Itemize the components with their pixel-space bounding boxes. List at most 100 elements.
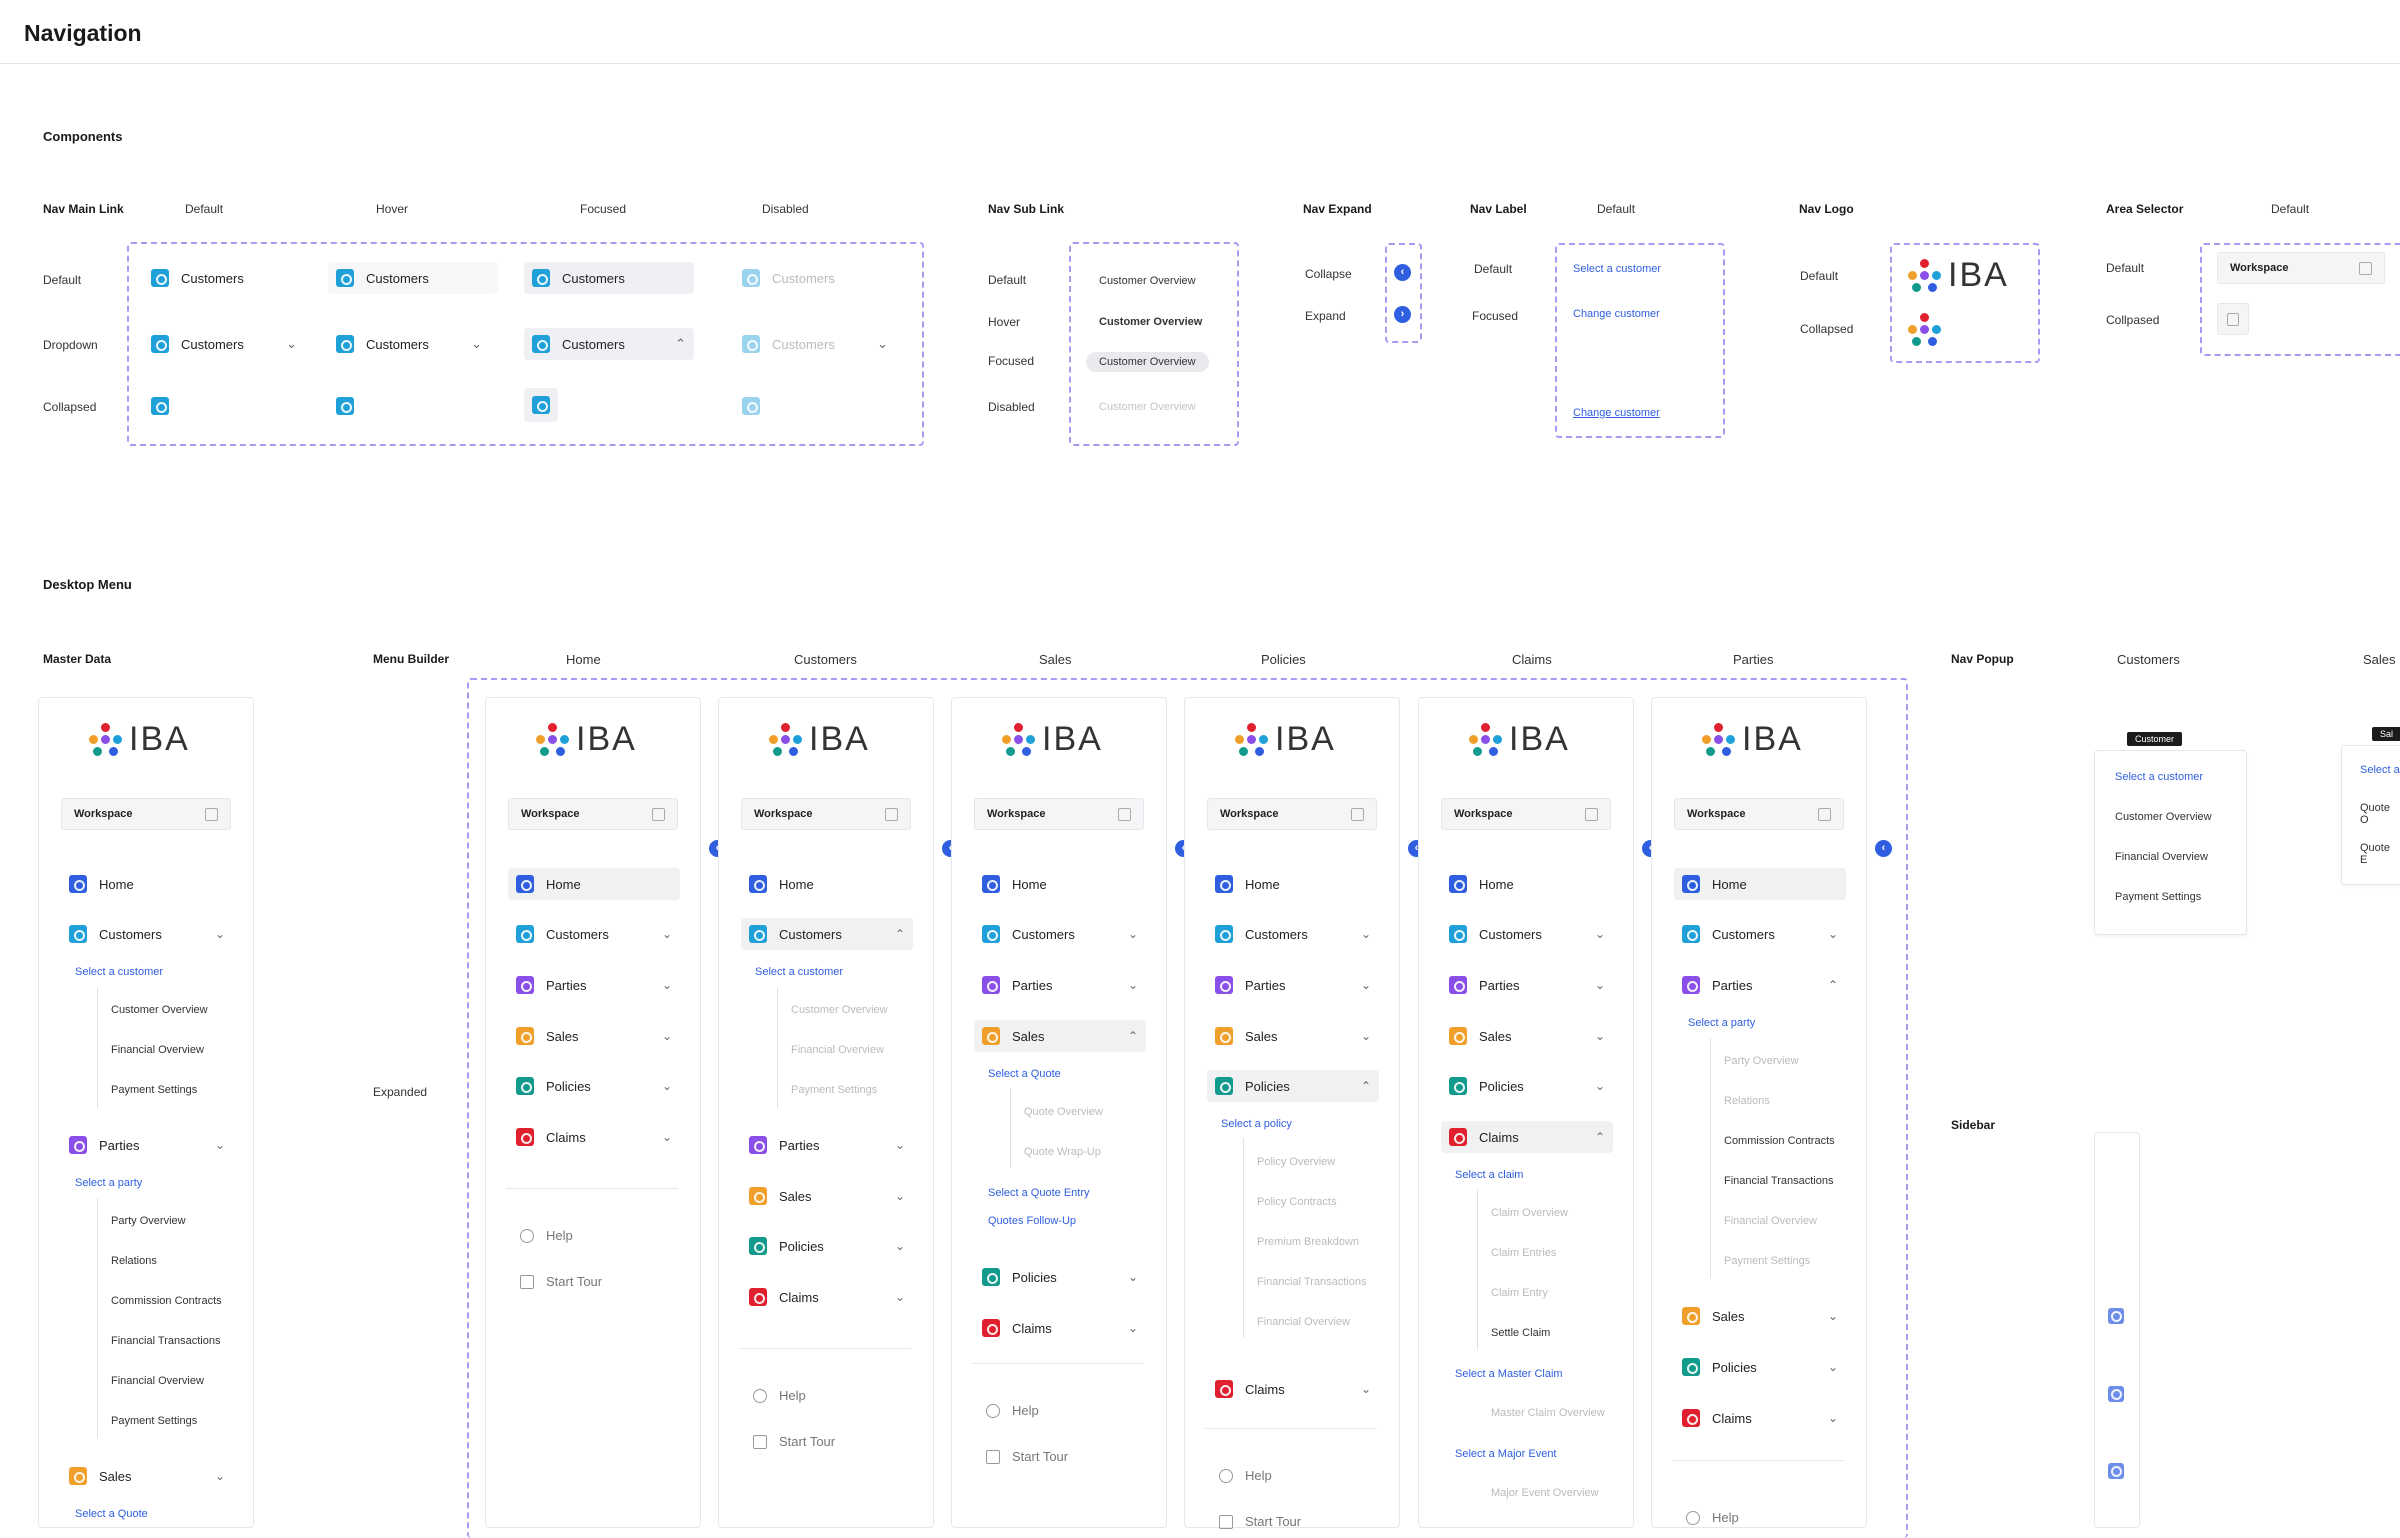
sub-select-link[interactable]: Select a Master Claim (1455, 1368, 1563, 1380)
expand-icon[interactable]: › (1394, 306, 1411, 323)
sub-item[interactable]: Financial Transactions (1257, 1276, 1366, 1288)
sub-select-link[interactable]: Select a party (75, 1177, 142, 1189)
sub-item[interactable]: Policy Overview (1257, 1156, 1335, 1168)
menu-item-claims[interactable]: Claims ⌄ (508, 1121, 680, 1153)
menu-item-parties[interactable]: Parties ⌄ (1207, 969, 1379, 1001)
menu-item-customers[interactable]: Customers ⌄ (1441, 918, 1613, 950)
sub-item[interactable]: Payment Settings (1724, 1255, 1810, 1267)
sub-item[interactable]: Relations (111, 1255, 157, 1267)
sub-item[interactable]: Payment Settings (791, 1084, 877, 1096)
sub-link-hover[interactable]: Customer Overview (1099, 316, 1202, 328)
start-tour-link[interactable]: Start Tour (1219, 1514, 1301, 1529)
popup-select-sales[interactable]: Select a (2360, 764, 2400, 776)
nav-dropdown-default[interactable]: Customers ⌄ (143, 328, 305, 360)
menu-item-sales[interactable]: Sales ⌄ (1674, 1300, 1846, 1332)
sub-item[interactable]: Commission Contracts (111, 1295, 222, 1307)
sub-select-link[interactable]: Quotes Follow-Up (988, 1215, 1076, 1227)
nav-link-focused[interactable]: Customers (524, 262, 694, 294)
menu-item-sales[interactable]: Sales ⌃ (974, 1020, 1146, 1052)
list-icon[interactable] (2108, 1463, 2124, 1479)
sub-item[interactable]: Quote Overview (1024, 1106, 1103, 1118)
change-customer-link[interactable]: Change customer (1573, 308, 1660, 320)
help-link[interactable]: Help (520, 1228, 573, 1243)
menu-item-claims[interactable]: Claims ⌄ (974, 1312, 1146, 1344)
menu-item-policies[interactable]: Policies ⌄ (508, 1070, 680, 1102)
sub-link-disabled[interactable]: Customer Overview (1099, 401, 1196, 413)
workspace-selector[interactable]: Workspace (974, 798, 1144, 830)
sub-item[interactable]: Payment Settings (111, 1415, 197, 1427)
menu-item-home[interactable]: Home (1674, 868, 1846, 900)
change-customer-link-focused[interactable]: Change customer (1573, 407, 1660, 419)
sub-link-focused[interactable]: Customer Overview (1086, 352, 1209, 372)
menu-item-home[interactable]: Home (974, 868, 1146, 900)
menu-item-sales[interactable]: Sales ⌄ (61, 1460, 233, 1492)
menu-item-parties[interactable]: Parties ⌃ (1674, 969, 1846, 1001)
menu-item-claims[interactable]: Claims ⌃ (1441, 1121, 1613, 1153)
workspace-selector[interactable]: Workspace (2217, 252, 2385, 284)
menu-item-home[interactable]: Home (1207, 868, 1379, 900)
menu-item-claims[interactable]: Claims ⌄ (741, 1281, 913, 1313)
menu-item-customers[interactable]: Customers ⌄ (974, 918, 1146, 950)
nav-collapsed-focused[interactable] (524, 388, 558, 422)
sub-select-link[interactable]: Select a customer (755, 966, 843, 978)
workspace-selector-collapsed[interactable] (2217, 303, 2249, 335)
sub-item[interactable]: Financial Transactions (111, 1335, 220, 1347)
collapse-icon[interactable]: ‹ (1875, 840, 1892, 857)
menu-item-customers[interactable]: Customers ⌄ (508, 918, 680, 950)
popup-item[interactable]: Payment Settings (2115, 891, 2201, 903)
sub-select-link[interactable]: Select a Major Event (1455, 1448, 1557, 1460)
customers-icon[interactable] (2108, 1308, 2124, 1324)
sub-item[interactable]: Settle Claim (1491, 1327, 1550, 1339)
nav-dropdown-disabled[interactable]: Customers ⌄ (734, 328, 896, 360)
menu-item-sales[interactable]: Sales ⌄ (1441, 1020, 1613, 1052)
sub-select-link[interactable]: Select a party (1688, 1017, 1755, 1029)
popup-item[interactable]: Quote E (2360, 842, 2400, 866)
sub-item[interactable]: Financial Overview (791, 1044, 884, 1056)
menu-item-customers[interactable]: Customers ⌃ (741, 918, 913, 950)
sub-item[interactable]: Payment Settings (111, 1084, 197, 1096)
menu-item-parties[interactable]: Parties ⌄ (974, 969, 1146, 1001)
popup-item[interactable]: Financial Overview (2115, 851, 2208, 863)
document-icon[interactable] (2108, 1386, 2124, 1402)
workspace-selector[interactable]: Workspace (508, 798, 678, 830)
popup-item[interactable]: Quote O (2360, 802, 2400, 826)
sub-item[interactable]: Financial Overview (1257, 1316, 1350, 1328)
sub-item[interactable]: Customer Overview (791, 1004, 888, 1016)
nav-dropdown-hover[interactable]: Customers ⌄ (328, 328, 490, 360)
sub-select-link[interactable]: Select a Quote (988, 1068, 1061, 1080)
sub-item[interactable]: Quote Wrap-Up (1024, 1146, 1101, 1158)
help-link[interactable]: Help (986, 1403, 1039, 1418)
menu-item-policies[interactable]: Policies ⌄ (974, 1261, 1146, 1293)
sub-item[interactable]: Commission Contracts (1724, 1135, 1835, 1147)
workspace-selector[interactable]: Workspace (1207, 798, 1377, 830)
sub-item[interactable]: Claim Overview (1491, 1207, 1568, 1219)
help-link[interactable]: Help (753, 1388, 806, 1403)
sub-link-default[interactable]: Customer Overview (1099, 275, 1196, 287)
start-tour-link[interactable]: Start Tour (986, 1449, 1068, 1464)
sub-item[interactable]: Party Overview (111, 1215, 186, 1227)
sub-item[interactable]: Premium Breakdown (1257, 1236, 1359, 1248)
nav-collapsed-hover[interactable] (328, 390, 362, 422)
nav-dropdown-focused[interactable]: Customers ⌃ (524, 328, 694, 360)
collapse-icon[interactable]: ‹ (1394, 264, 1411, 281)
select-customer-link[interactable]: Select a customer (1573, 263, 1661, 275)
sub-item[interactable]: Major Event Overview (1491, 1487, 1599, 1499)
menu-item-parties[interactable]: Parties ⌄ (508, 969, 680, 1001)
nav-collapsed-default[interactable] (143, 390, 177, 422)
nav-link-hover[interactable]: Customers (328, 262, 498, 294)
sub-item[interactable]: Policy Contracts (1257, 1196, 1336, 1208)
workspace-selector[interactable]: Workspace (61, 798, 231, 830)
workspace-selector[interactable]: Workspace (741, 798, 911, 830)
nav-link-default[interactable]: Customers (143, 262, 303, 294)
sub-item[interactable]: Financial Overview (111, 1044, 204, 1056)
menu-item-parties[interactable]: Parties ⌄ (61, 1129, 233, 1161)
sub-select-link[interactable]: Select a Quote Entry (988, 1187, 1090, 1199)
sub-item[interactable]: Claim Entries (1491, 1247, 1556, 1259)
menu-item-home[interactable]: Home (508, 868, 680, 900)
sub-item[interactable]: Financial Overview (1724, 1215, 1817, 1227)
menu-item-customers[interactable]: Customers ⌄ (1207, 918, 1379, 950)
menu-item-parties[interactable]: Parties ⌄ (1441, 969, 1613, 1001)
menu-item-claims[interactable]: Claims ⌄ (1207, 1373, 1379, 1405)
menu-item-policies[interactable]: Policies ⌄ (1441, 1070, 1613, 1102)
menu-item-sales[interactable]: Sales ⌄ (508, 1020, 680, 1052)
